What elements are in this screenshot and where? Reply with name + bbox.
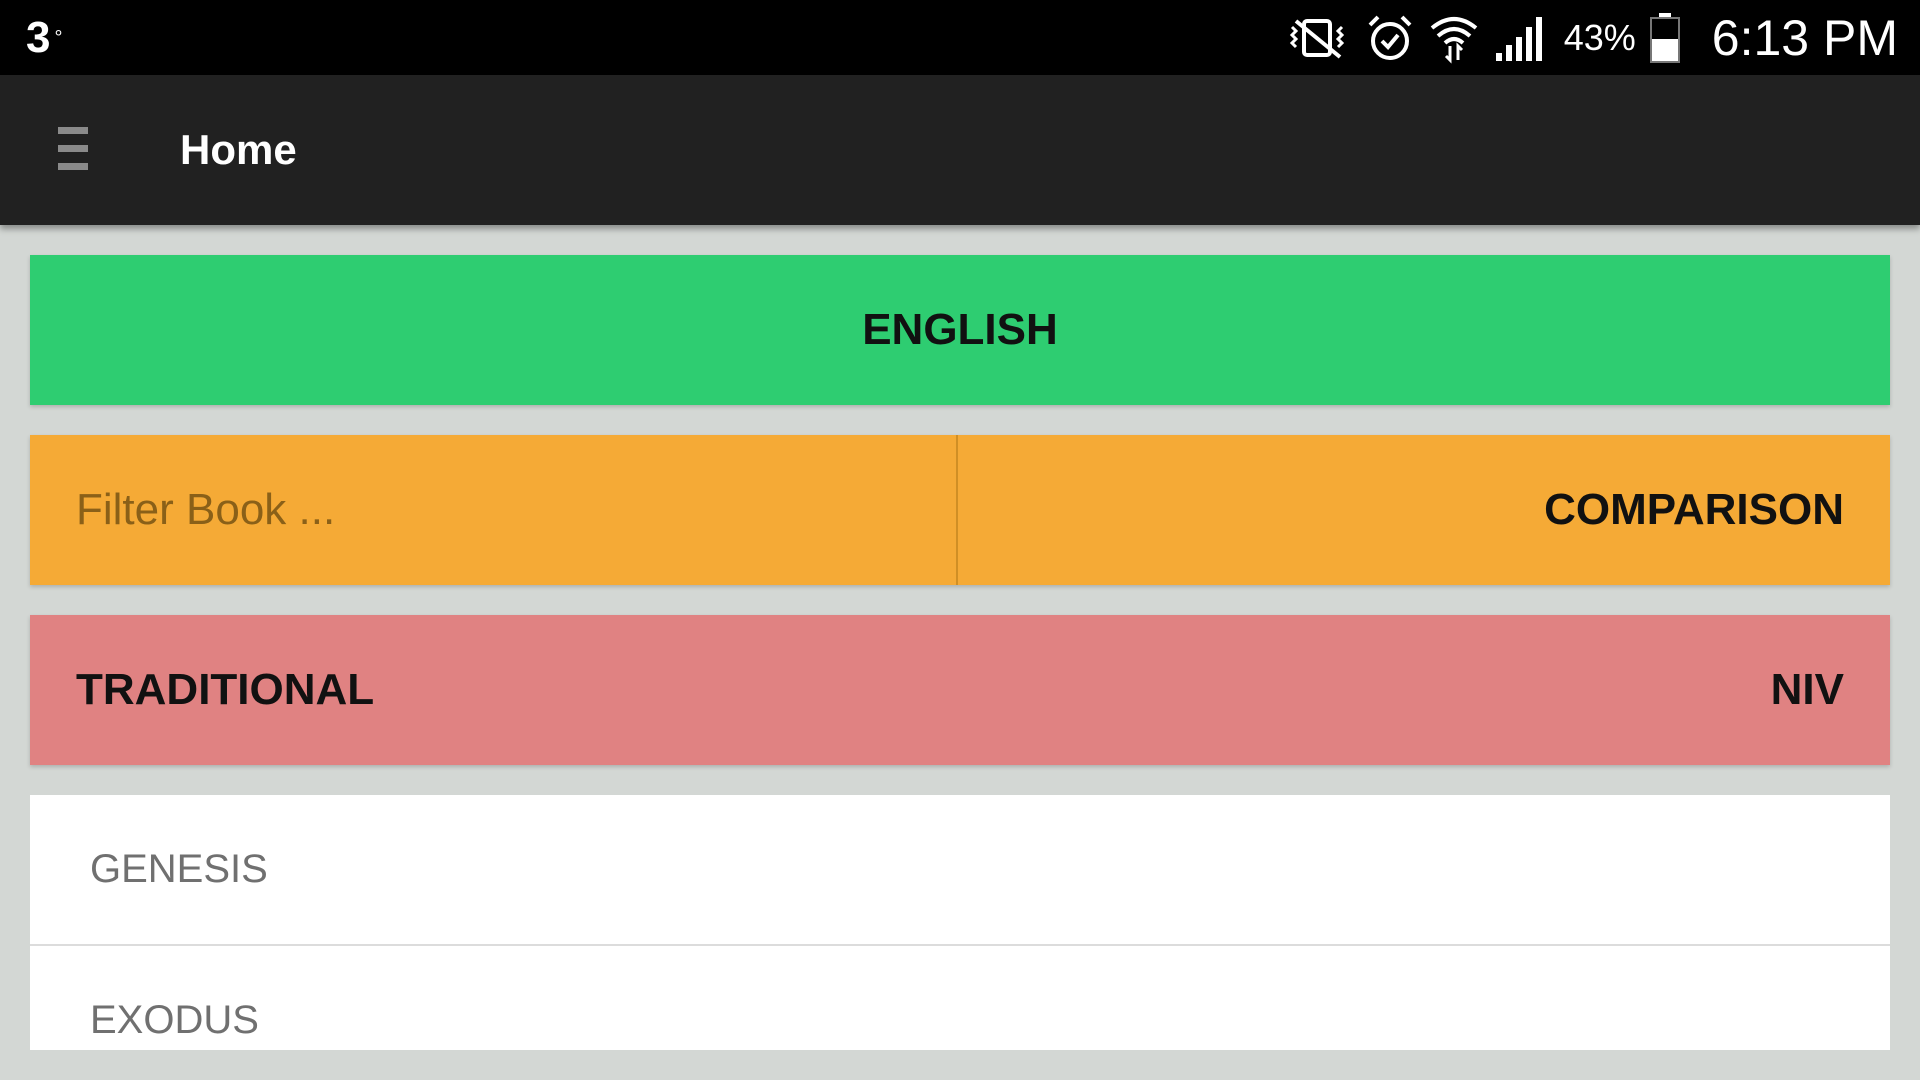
page-title: Home [180, 126, 297, 173]
version-row: TRADITIONAL NIV [30, 615, 1890, 765]
app-bar: Home [0, 75, 1920, 225]
vibrate-mute-icon [1282, 15, 1352, 61]
filter-row: COMPARISON [30, 435, 1890, 585]
wifi-icon [1428, 12, 1480, 64]
comparison-button[interactable]: COMPARISON [958, 435, 1890, 585]
hamburger-menu-icon[interactable] [52, 123, 96, 177]
language-selector-button[interactable]: ENGLISH [30, 255, 1890, 405]
degree-symbol: ° [54, 27, 63, 49]
signal-icon [1494, 13, 1546, 63]
status-icons: 43% 6:13 PM [1282, 0, 1898, 75]
notification-count: 3 [26, 13, 51, 62]
battery-percent: 43% [1563, 16, 1636, 58]
notification-indicator: 3 ° [26, 14, 62, 62]
traditional-toggle[interactable]: TRADITIONAL [76, 665, 374, 715]
alarm-icon [1366, 13, 1414, 63]
list-item[interactable]: EXODUS [30, 946, 1890, 1050]
book-list: GENESIS EXODUS [30, 795, 1890, 1050]
status-clock: 6:13 PM [1711, 9, 1898, 66]
list-item[interactable]: GENESIS [30, 795, 1890, 946]
status-bar: 3 ° 43% 6:13 PM [0, 0, 1920, 75]
filter-book-input[interactable] [30, 435, 958, 585]
translation-selector[interactable]: NIV [1771, 665, 1844, 715]
battery-icon [1649, 12, 1680, 63]
